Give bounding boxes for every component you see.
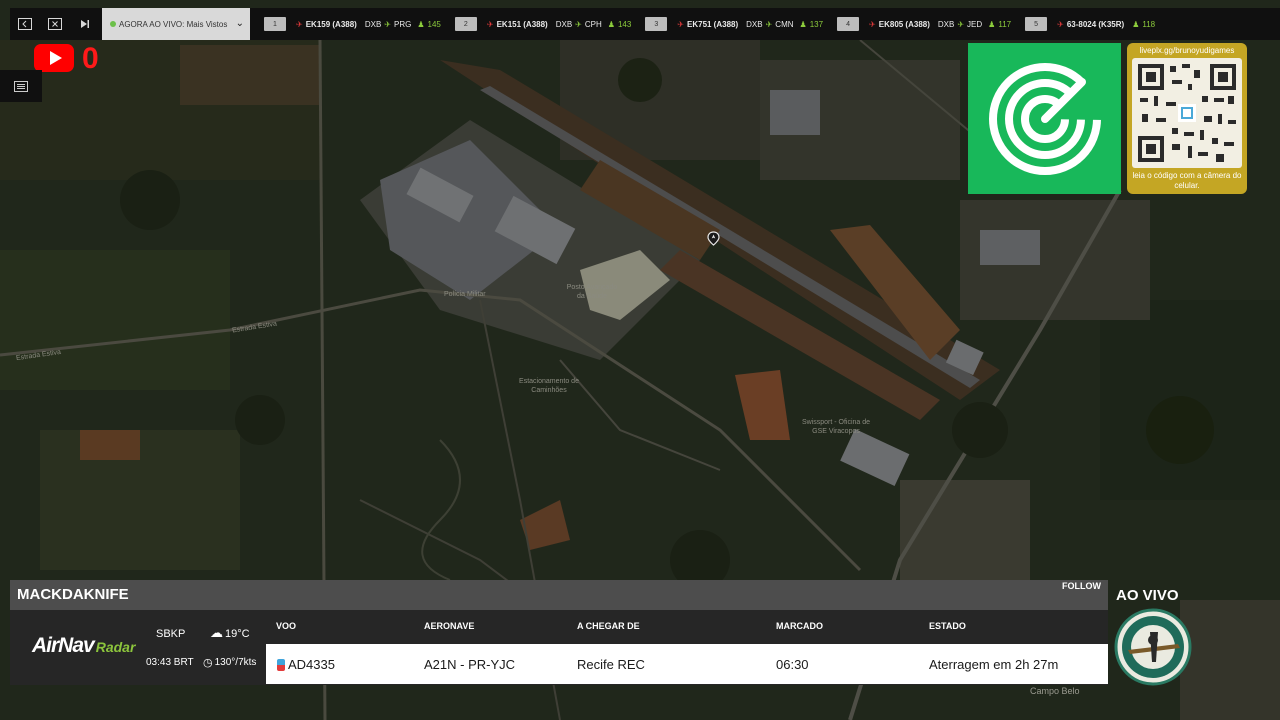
follow-button[interactable]: FOLLOW	[1062, 581, 1101, 591]
flight-info-header	[10, 580, 1108, 610]
flight-destination: JED	[967, 19, 983, 29]
arrow-right-icon: ✈	[384, 19, 391, 29]
wind-speed: ◷ 130°/7kts	[203, 656, 257, 669]
flight-origin: DXB	[555, 19, 573, 29]
close-panel-icon[interactable]	[40, 8, 70, 40]
radar-icon	[988, 59, 1104, 175]
chevron-down-icon: ⌄	[235, 18, 244, 29]
flight-callsign: 63-8024 (K35R)	[1066, 19, 1125, 29]
wind-compass-icon: ◷	[203, 656, 213, 669]
map-label: Campo Belo	[1030, 686, 1080, 696]
live-view-label: AGORA AO VIVO: Mais Vistos	[119, 19, 228, 29]
viewer-count: ♟ 118	[1132, 19, 1156, 29]
rank-badge: 5	[1025, 17, 1048, 31]
ticker-flight-2[interactable]: 2 ✈ EK151 (A388) DXB ✈ CPH ♟ 143	[454, 8, 632, 40]
arrow-right-icon: ✈	[765, 19, 773, 29]
qr-caption: leia o código com a câmera do celular.	[1132, 171, 1242, 190]
flight-destination: PRG	[394, 19, 412, 29]
flight-origin: DXB	[937, 19, 955, 29]
live-dot-icon	[110, 21, 116, 27]
list-menu-icon[interactable]	[0, 70, 42, 102]
qr-url: liveplx.gg/brunoyudigames	[1139, 46, 1235, 55]
arrow-right-icon: ✈	[575, 19, 582, 29]
col-header-voo: VOO	[276, 621, 297, 631]
col-header-origin: A CHEGAR DE	[577, 621, 640, 631]
aircraft-marker-icon[interactable]	[707, 231, 720, 251]
youtube-count: 0	[82, 42, 99, 75]
stream-overlay: Estrada Estiva Estrada Estiva Estacionam…	[0, 0, 1280, 720]
ticker-flight-4[interactable]: 4 ✈ EK805 (A388) DXB ✈ JED ♟ 117	[837, 8, 1011, 40]
flight-status: Aterragem em 2h 27m	[929, 657, 1059, 672]
scheduled-time: 06:30	[776, 657, 809, 672]
local-time: 03:43 BRT	[146, 657, 194, 668]
viewer-count: ♟ 117	[988, 19, 1012, 29]
rank-badge: 2	[454, 17, 477, 31]
ticker-flight-1[interactable]: 1 ✈ EK159 (A388) DXB ✈ PRG ♟ 145	[264, 8, 441, 40]
viewer-count: ♟ 145	[417, 19, 441, 29]
flight-callsign: EK805 (A388)	[878, 19, 930, 29]
skip-next-icon[interactable]	[70, 8, 100, 40]
ticker-flight-5[interactable]: 5 ✈ 63-8024 (K35R) ♟ 118	[1025, 8, 1155, 40]
qr-code-icon	[1132, 58, 1242, 168]
people-icon: ♟	[988, 19, 996, 29]
airplane-icon: ✈	[296, 19, 303, 29]
airplane-icon: ✈	[677, 19, 684, 29]
flight-callsign: EK151 (A388)	[496, 19, 548, 29]
rank-badge: 3	[645, 17, 668, 31]
origin-airport: Recife REC	[577, 657, 645, 672]
flight-origin: DXB	[364, 19, 382, 29]
airplane-icon: ✈	[1057, 19, 1064, 29]
channel-badge-icon	[1114, 608, 1192, 686]
viewer-count: ♟ 143	[607, 19, 632, 29]
flight-origin: DXB	[746, 19, 763, 29]
col-header-status: ESTADO	[929, 621, 966, 631]
sidebar-toggle-icon[interactable]	[10, 8, 40, 40]
radar-app-logo	[968, 43, 1121, 194]
rank-badge: 4	[837, 17, 860, 31]
flight-destination: CMN	[775, 19, 794, 29]
aircraft-type: A21N - PR-YJC	[424, 657, 516, 672]
people-icon: ♟	[607, 19, 615, 29]
airplane-icon: ✈	[869, 19, 876, 29]
rank-badge: 1	[264, 17, 286, 31]
flight-destination: CPH	[584, 19, 602, 29]
live-label: AO VIVO	[1116, 587, 1179, 604]
qr-code-panel[interactable]: liveplx.gg/brunoyudigames leia o código …	[1127, 43, 1247, 194]
people-icon: ♟	[799, 19, 807, 29]
viewer-count: ♟ 137	[799, 19, 824, 29]
map-label: Estacionamento de Caminhões	[519, 378, 579, 394]
people-icon: ♟	[417, 19, 425, 29]
cloud-icon: ☁	[210, 626, 223, 641]
youtube-icon	[34, 44, 74, 72]
map-label: Swissport - Oficina de GSE Viracopos	[801, 419, 871, 435]
airplane-icon: ✈	[486, 19, 494, 29]
map-label: Polícia Militar	[444, 291, 486, 298]
col-header-scheduled: MARCADO	[776, 621, 823, 631]
map-label: Posto Avançado da Saúde	[566, 284, 618, 300]
arrow-right-icon: ✈	[957, 19, 965, 29]
airport-code: SBKP	[156, 628, 186, 640]
col-header-aeronave: AERONAVE	[424, 621, 475, 631]
temperature: ☁ 19°C	[210, 626, 250, 641]
flight-ticker-bar: AGORA AO VIVO: Mais Vistos ⌄ 1 ✈ EK159 (…	[10, 8, 1280, 40]
live-view-select[interactable]: AGORA AO VIVO: Mais Vistos ⌄	[102, 8, 250, 40]
airnav-radar-logo: AirNav Radar	[32, 634, 136, 657]
flight-number: AD4335	[277, 657, 335, 672]
panel-title: MACKDAKNIFE	[17, 586, 129, 603]
flight-callsign: EK159 (A388)	[305, 19, 357, 29]
airline-logo-icon	[277, 658, 285, 671]
ticker-flight-3[interactable]: 3 ✈ EK751 (A388) DXB ✈ CMN ♟ 137	[645, 8, 823, 40]
flight-callsign: EK751 (A388)	[687, 19, 739, 29]
people-icon: ♟	[1132, 19, 1140, 29]
